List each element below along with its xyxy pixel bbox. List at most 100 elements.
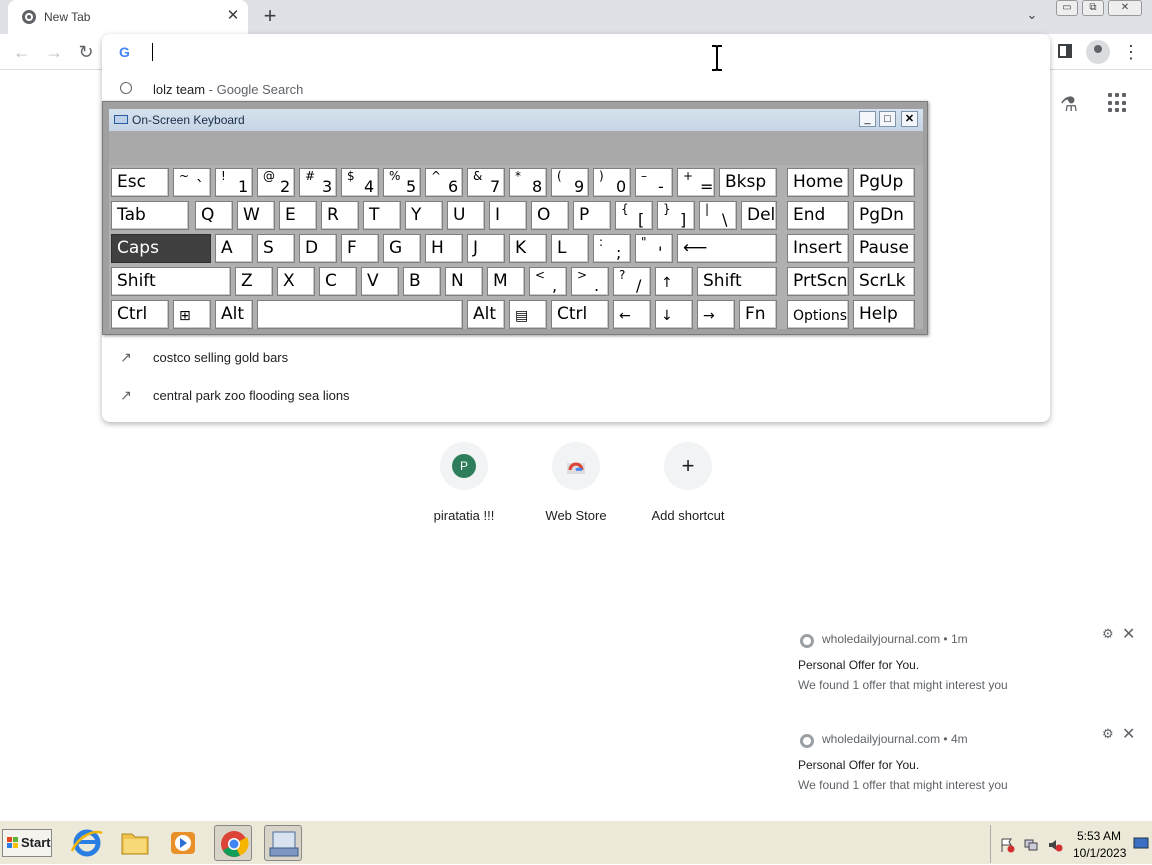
key-7[interactable]: & 7 [467, 168, 505, 197]
key-rbracket[interactable]: }] [657, 201, 695, 230]
key-menu[interactable]: ▤ [509, 300, 547, 329]
back-button[interactable]: ← [10, 40, 34, 64]
shortcut-tile[interactable]: Ppiratatia !!! [412, 442, 524, 538]
forward-button[interactable]: → [42, 40, 66, 64]
key-rshift[interactable]: Shift [697, 267, 777, 296]
key-lctrl[interactable]: Ctrl [111, 300, 169, 329]
key-semicolon[interactable]: :; [593, 234, 631, 263]
on-screen-keyboard-taskbar-icon[interactable] [264, 825, 302, 861]
key-right[interactable]: → [697, 300, 735, 329]
key-6[interactable]: ^ 6 [425, 168, 463, 197]
key-backslash[interactable]: | \ [699, 201, 737, 230]
reload-button[interactable]: ↻ [74, 40, 98, 64]
key-tab[interactable]: Tab [111, 201, 189, 230]
key-h[interactable]: H [425, 234, 463, 263]
key-b[interactable]: B [403, 267, 441, 296]
key-home[interactable]: Home [787, 168, 849, 197]
key-f[interactable]: F [341, 234, 379, 263]
chrome-menu-icon[interactable]: ⋮ [1122, 40, 1140, 64]
key-q[interactable]: Q [195, 201, 233, 230]
key-c[interactable]: C [319, 267, 357, 296]
key-5[interactable]: % 5 [383, 168, 421, 197]
key-bksp[interactable]: Bksp [719, 168, 777, 197]
key-ralt[interactable]: Alt [467, 300, 505, 329]
key-j[interactable]: J [467, 234, 505, 263]
osk-minimize-button[interactable]: _ [859, 111, 876, 127]
key-m[interactable]: M [487, 267, 525, 296]
file-explorer-icon[interactable] [116, 825, 154, 861]
key-lshift[interactable]: Shift [111, 267, 231, 296]
clock-time[interactable]: 5:53 AM [1077, 829, 1121, 843]
notification-settings-icon[interactable]: ⚙ [1102, 726, 1114, 742]
tab-search-icon[interactable]: ⌄ [1022, 7, 1042, 27]
key-insert[interactable]: Insert [787, 234, 849, 263]
key-r[interactable]: R [321, 201, 359, 230]
volume-muted-icon[interactable] [1047, 837, 1063, 853]
internet-explorer-icon[interactable] [68, 825, 106, 861]
key-left[interactable]: ← [613, 300, 651, 329]
tab-new-tab[interactable]: New Tab ✕ [8, 0, 248, 34]
key-p[interactable]: P [573, 201, 611, 230]
key-u[interactable]: U [447, 201, 485, 230]
key-x[interactable]: X [277, 267, 315, 296]
key-3[interactable]: #3 [299, 168, 337, 197]
google-apps-icon[interactable] [1108, 93, 1128, 113]
key-options[interactable]: Options [787, 300, 849, 329]
address-bar-input[interactable] [152, 43, 153, 61]
key-9[interactable]: (9 [551, 168, 589, 197]
chrome-taskbar-icon[interactable] [214, 825, 252, 861]
key-scrlk[interactable]: ScrLk [853, 267, 915, 296]
key-e[interactable]: E [279, 201, 317, 230]
osk-title-bar[interactable]: On-Screen Keyboard _ □ ✕ [109, 109, 923, 131]
notification[interactable]: wholedailyjournal.com • 4m ⚙ ✕ Personal … [786, 722, 1152, 808]
action-center-flag-icon[interactable] [999, 837, 1015, 853]
key-w[interactable]: W [237, 201, 275, 230]
key-s[interactable]: S [257, 234, 295, 263]
key-pgdn[interactable]: PgDn [853, 201, 915, 230]
window-restore-button[interactable]: ⧉ [1082, 0, 1104, 16]
key-win[interactable]: ⊞ [173, 300, 211, 329]
key-caps[interactable]: Caps [111, 234, 211, 263]
labs-icon[interactable]: ⚗ [1060, 92, 1080, 116]
key-v[interactable]: V [361, 267, 399, 296]
key-del[interactable]: Del [741, 201, 777, 230]
network-icon[interactable] [1023, 837, 1039, 853]
show-desktop-icon[interactable] [1133, 835, 1149, 851]
key-l[interactable]: L [551, 234, 589, 263]
side-panel-icon[interactable] [1058, 44, 1072, 58]
key-d[interactable]: D [299, 234, 337, 263]
key-n[interactable]: N [445, 267, 483, 296]
key-o[interactable]: O [531, 201, 569, 230]
notification-close-icon[interactable]: ✕ [1122, 724, 1135, 744]
key-y[interactable]: Y [405, 201, 443, 230]
key-enter[interactable]: ⟵ [677, 234, 777, 263]
window-close-button[interactable]: ✕ [1108, 0, 1142, 16]
window-minimize-button[interactable]: ▭ [1056, 0, 1078, 16]
key-esc[interactable]: Esc [111, 168, 169, 197]
key-quote[interactable]: " ' [635, 234, 673, 263]
key-g[interactable]: G [383, 234, 421, 263]
key-minus[interactable]: – - [635, 168, 673, 197]
key-help[interactable]: Help [853, 300, 915, 329]
new-tab-button[interactable]: + [258, 5, 282, 29]
key-period[interactable]: >. [571, 267, 609, 296]
shortcut-tile[interactable]: + Add shortcut [636, 442, 748, 538]
media-player-icon[interactable] [164, 825, 202, 861]
key-end[interactable]: End [787, 201, 849, 230]
osk-maximize-button[interactable]: □ [879, 111, 896, 127]
key-lbracket[interactable]: {[ [615, 201, 653, 230]
key-tilde[interactable]: ~ ` [173, 168, 211, 197]
key-8[interactable]: * 8 [509, 168, 547, 197]
key-equals[interactable]: + = [677, 168, 715, 197]
start-button[interactable]: Start [2, 829, 52, 857]
notification[interactable]: wholedailyjournal.com • 1m ⚙ ✕ Personal … [786, 622, 1152, 708]
key-lalt[interactable]: Alt [215, 300, 253, 329]
key-comma[interactable]: <, [529, 267, 567, 296]
clock-date[interactable]: 10/1/2023 [1073, 846, 1126, 860]
key-a[interactable]: A [215, 234, 253, 263]
profile-icon[interactable] [1086, 40, 1110, 64]
tab-close-icon[interactable]: ✕ [224, 7, 242, 25]
key-t[interactable]: T [363, 201, 401, 230]
key-2[interactable]: @2 [257, 168, 295, 197]
notification-settings-icon[interactable]: ⚙ [1102, 626, 1114, 642]
